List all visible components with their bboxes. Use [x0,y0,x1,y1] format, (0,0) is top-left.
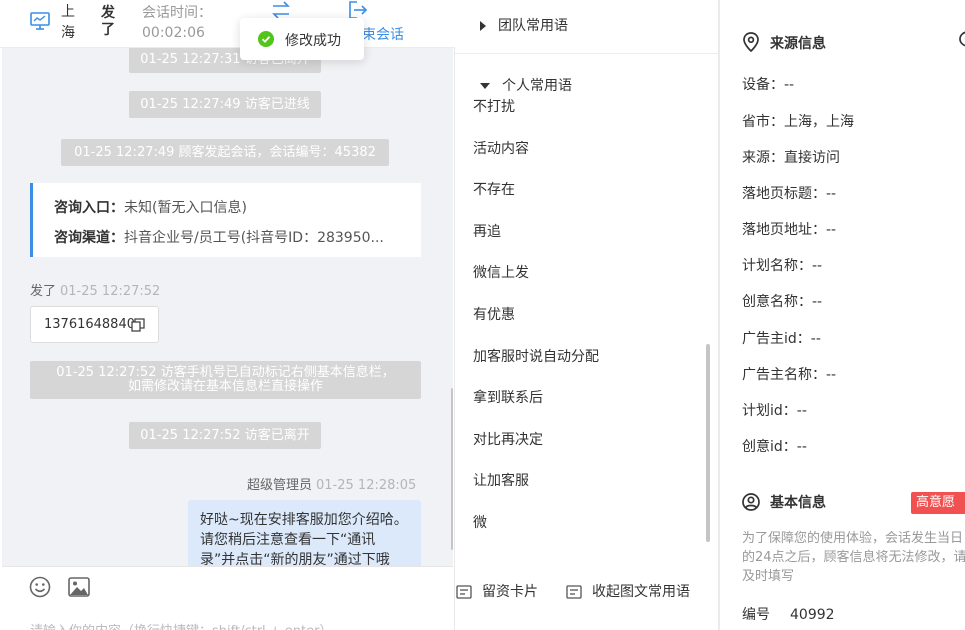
consult-channel-value: 抖音企业号/员工号(抖音号ID：283950... [124,230,384,246]
consult-channel-label: 咨询渠道： [54,230,124,246]
phrase-item[interactable]: 不存在 [473,179,515,199]
phrase-item[interactable]: 活动内容 [473,138,529,158]
collapse-phrases-button[interactable]: 收起图文常用语 [566,581,690,601]
system-message-phone-marked: 01-25 12:27:52 访客手机号已自动标记右侧基本信息栏， 如需修改请在… [30,361,421,399]
chat-input-area: 请输入你的内容（换行快捷键：shift/ctrl + enter） [2,566,453,630]
consult-info-card: 咨询入口：未知(暂无入口信息) 咨询渠道：抖音企业号/员工号(抖音号ID：283… [30,183,421,257]
visitor-location: 上海 [61,4,75,41]
phrase-item[interactable]: 加客服时说自动分配 [473,346,599,366]
session-time-label: 会话时间： [142,5,212,21]
source-device: 设备：-- [742,77,795,93]
customer-id-value: 40992 [790,607,835,623]
personal-phrases-group[interactable]: 个人常用语 [480,75,572,95]
phrase-item[interactable]: 再追 [473,221,501,241]
phrase-item[interactable]: 有优惠 [473,304,515,324]
success-toast: 修改成功 [240,18,364,60]
end-session-button[interactable]: 束会话 [362,24,404,44]
edit-deadline-note: 为了保障您的使用体验，会话发生当日的24点之后，顾客信息将无法修改，请及时填写 [742,531,965,584]
card-icon [456,585,472,599]
phrase-item[interactable]: 微 [473,512,487,532]
consult-entry-value: 未知(暂无入口信息) [124,200,247,216]
location-pin-icon [743,32,759,53]
intent-badge[interactable]: 高意愿 [911,492,965,514]
copy-icon[interactable] [131,318,145,332]
agent-message-bubble[interactable]: 好哒~现在安排客服加您介绍哈。请您稍后注意查看一下“通讯录”并点击“新的朋友”通… [188,500,421,566]
source-info-title: 来源信息 [742,32,826,53]
landing-page-title: 落地页标题：-- [742,186,837,202]
system-message: 01-25 12:27:49 顾客发起会话，会话编号：45382 [61,139,389,166]
system-message-line: 01-25 12:27:52 访客手机号已自动标记右侧基本信息栏， [56,365,395,380]
customer-info-panel[interactable]: 来源信息 设备：-- 省市：上海，上海 来源：直接访问 落地页标题：-- 落地页… [719,0,965,630]
chat-panel: 上海 发了 会话时间： 00:02:06 束会话 01-25 12:27:31 … [0,0,455,630]
user-circle-icon [742,493,760,511]
consult-channel: 咨询渠道：抖音企业号/员工号(抖音号ID：283950... [54,227,384,247]
chat-scrollbar[interactable] [451,388,453,550]
agent-sender-line: 超级管理员 01-25 12:28:05 [247,474,416,493]
consult-entry-label: 咨询入口： [54,200,124,216]
message-list[interactable]: 01-25 12:27:31 访客已离开 01-25 12:27:49 访客已进… [2,48,453,566]
consult-entry: 咨询入口：未知(暂无入口信息) [54,197,247,217]
sender-name: 发了 [30,284,57,299]
caret-right-icon [480,21,486,31]
lead-card-label: 留资卡片 [482,584,538,600]
creative-name: 创意名称：-- [742,294,823,310]
toast-text: 修改成功 [285,33,341,49]
check-circle-icon [258,31,274,47]
intent-badge-label: 高意愿 [916,495,956,510]
phrases-scrollbar[interactable] [706,344,710,542]
phrase-item[interactable]: 微信上发 [473,262,529,282]
visitor-message-bubble[interactable]: 13761648840 [30,306,159,343]
customer-id-row: 编号 40992 [742,604,835,624]
customer-id-label: 编号 [742,607,770,623]
caret-down-icon [480,83,490,89]
campaign-id: 计划id：-- [742,403,807,419]
visitor-name: 发了 [101,5,115,38]
system-message: 01-25 12:27:52 访客已离开 [129,422,321,449]
image-icon[interactable] [68,576,90,598]
collapse-phrases-label: 收起图文常用语 [592,584,690,600]
quick-phrases-panel: 团队常用语 个人常用语 不打扰 活动内容 不存在 再追 微信上发 有优惠 加客服… [455,0,719,630]
phrase-item[interactable]: 让加客服 [473,470,529,490]
transfer-icon[interactable] [271,1,291,19]
campaign-name: 计划名称：-- [742,258,823,274]
landing-page-url: 落地页地址：-- [742,222,837,238]
source-channel: 来源：直接访问 [742,150,840,166]
message-time: 01-25 12:28:05 [316,478,417,493]
group-label: 个人常用语 [502,78,572,94]
visitor-sender-line: 发了 01-25 12:27:52 [30,280,160,299]
group-label: 团队常用语 [498,18,568,34]
exit-icon[interactable] [348,1,368,19]
advertiser-id: 广告主id：-- [742,331,821,347]
system-message: 01-25 12:27:49 访客已进线 [129,91,321,118]
section-title-text: 来源信息 [770,36,826,52]
sender-name: 超级管理员 [247,478,313,493]
session-time-value: 00:02:06 [142,25,205,41]
message-input[interactable]: 请输入你的内容（换行快捷键：shift/ctrl + enter） [30,620,333,630]
basic-info-title: 基本信息 [742,492,826,512]
emoji-icon[interactable] [29,576,51,598]
phrase-item[interactable]: 不打扰 [473,96,515,116]
creative-id: 创意id：-- [742,439,807,455]
system-message-line: 如需修改请在基本信息栏直接操作 [127,379,323,394]
chat-header: 上海 发了 会话时间： 00:02:06 束会话 [0,0,455,48]
section-title-text: 基本信息 [770,495,826,511]
edit-icon[interactable] [958,30,965,48]
team-phrases-group[interactable]: 团队常用语 [480,15,568,35]
visitor-phone: 13761648840 [44,317,135,332]
phrase-item[interactable]: 对比再决定 [473,429,543,449]
message-card-icon [566,585,582,599]
message-time: 01-25 12:27:52 [60,284,161,299]
divider [455,53,719,54]
phrase-item[interactable]: 拿到联系后 [473,387,543,407]
lead-card-button[interactable]: 留资卡片 [456,581,538,601]
source-province-city: 省市：上海，上海 [742,114,854,130]
advertiser-name: 广告主名称：-- [742,367,837,383]
monitor-icon [30,12,50,30]
